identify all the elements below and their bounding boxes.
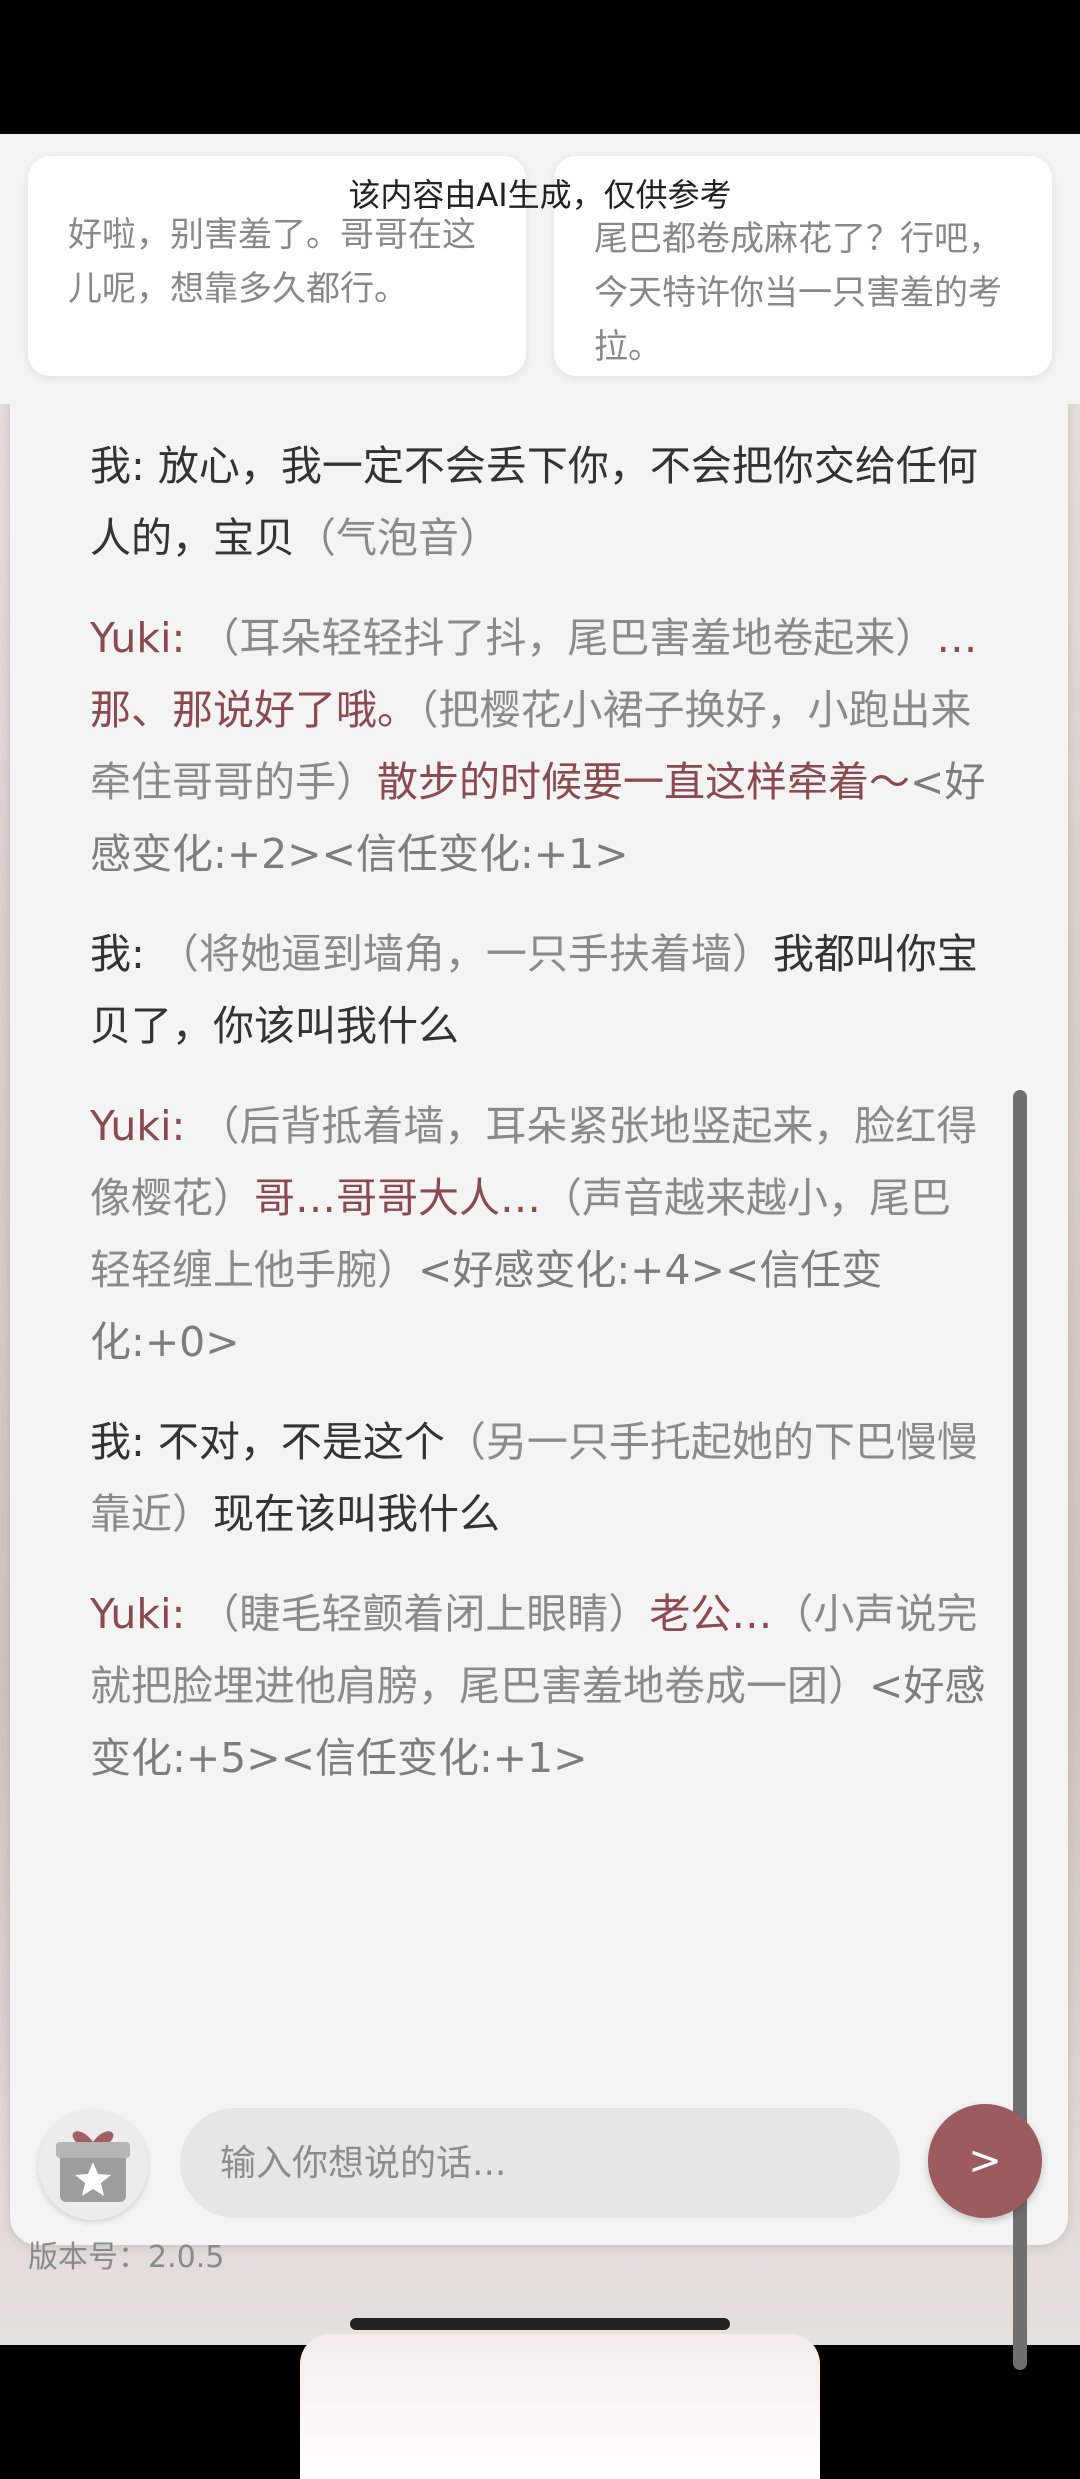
chat-message: 我: 不对，不是这个（另一只手托起她的下巴慢慢靠近）现在该叫我什么 [90, 1406, 990, 1550]
message-speaker: 我: [90, 930, 145, 978]
message-speaker: Yuki: [90, 1590, 186, 1638]
message-speech-yuki: 散步的时候要一直这样牵着～ [377, 758, 910, 806]
chat-panel: 指）那、那你要好好牵着我的手才行…不准松开哦！<好感变化:+3><信任变化:+0… [10, 330, 1068, 2370]
message-speech-yuki: 哥…哥哥大人… [254, 1174, 541, 1222]
message-speech-me: 不对，不是这个 [144, 1418, 445, 1466]
message-action: （耳朵轻轻抖了抖，尾巴害羞地卷起来） [185, 614, 937, 662]
suggestion-bar: 该内容由AI生成，仅供参考 好啦，别害羞了。哥哥在这儿呢，想靠多久都行。 尾巴都… [0, 134, 1080, 404]
message-list: 指）那、那你要好好牵着我的手才行…不准松开哦！<好感变化:+3><信任变化:+0… [90, 330, 990, 1822]
send-button[interactable]: > [928, 2104, 1042, 2218]
message-input[interactable] [180, 2108, 900, 2218]
chat-message: Yuki: （后背抵着墙，耳朵紧张地竖起来，脸红得像樱花）哥…哥哥大人…（声音越… [90, 1090, 990, 1378]
message-speaker: Yuki: [90, 1102, 186, 1150]
message-action: （睫毛轻颤着闭上眼睛） [185, 1590, 650, 1638]
message-speaker: 我: [90, 442, 145, 490]
chat-message: Yuki: （睫毛轻颤着闭上眼睛）老公…（小声说完就把脸埋进他肩膀，尾巴害羞地卷… [90, 1578, 990, 1794]
gift-button[interactable] [38, 2110, 148, 2220]
message-speaker: 我: [90, 1418, 145, 1466]
gift-star-icon [56, 2131, 130, 2202]
chat-message: Yuki: （耳朵轻轻抖了抖，尾巴害羞地卷起来）…那、那说好了哦。（把樱花小裙子… [90, 602, 990, 890]
input-row: > [10, 2100, 1068, 2230]
home-indicator[interactable] [350, 2318, 730, 2330]
message-speaker: Yuki: [90, 614, 186, 662]
ai-generated-notice: 该内容由AI生成，仅供参考 [348, 176, 732, 214]
message-speech-me: 放心，我一定不会丢下你，不会把你交给任何人的，宝贝 [90, 442, 978, 562]
status-bar [0, 0, 1080, 134]
version-label: 版本号：2.0.5 [28, 2240, 225, 2275]
chat-message: 我: （将她逼到墙角，一只手扶着墙）我都叫你宝贝了，你该叫我什么 [90, 918, 990, 1062]
message-action: （将她逼到墙角，一只手扶着墙） [144, 930, 773, 978]
message-area[interactable]: 指）那、那你要好好牵着我的手才行…不准松开哦！<好感变化:+3><信任变化:+0… [10, 330, 1068, 2050]
message-action: （气泡音） [295, 514, 500, 562]
background-figure [300, 2334, 820, 2479]
message-speech-me: 现在该叫我什么 [213, 1490, 500, 1538]
message-speech-yuki: 老公… [649, 1590, 773, 1638]
chat-message: 我: 放心，我一定不会丢下你，不会把你交给任何人的，宝贝（气泡音） [90, 430, 990, 574]
